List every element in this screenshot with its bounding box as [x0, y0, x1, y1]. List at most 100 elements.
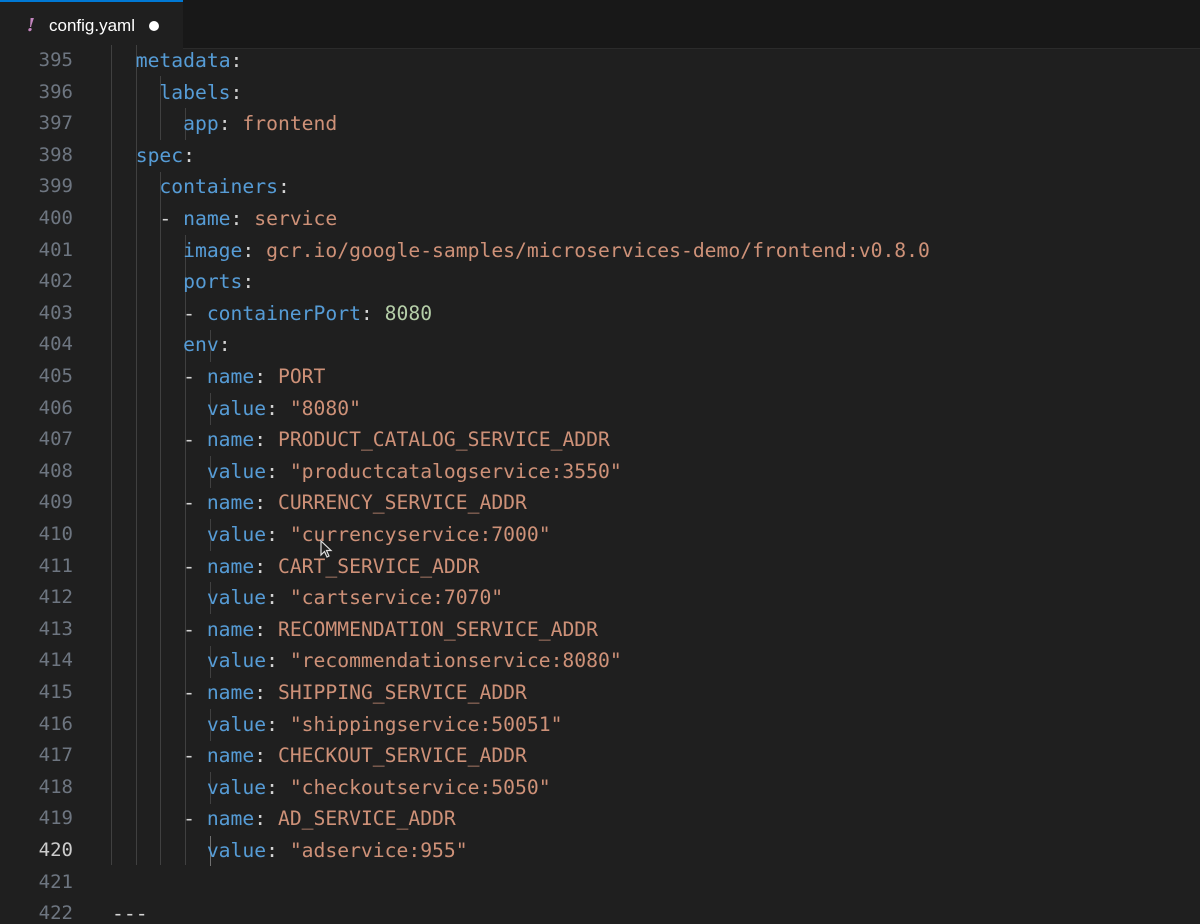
- code-line[interactable]: 422 ---: [0, 898, 1200, 924]
- line-number: 404: [38, 333, 73, 356]
- code-indent: -: [112, 301, 207, 325]
- yaml-value: "checkoutservice:5050": [289, 775, 551, 799]
- code-line[interactable]: 404 env:: [0, 329, 1200, 361]
- tab-config-yaml[interactable]: ! config.yaml: [0, 0, 183, 49]
- code-line[interactable]: 420 value: "adservice:955": [0, 835, 1200, 867]
- code-line[interactable]: 414 value: "recommendationservice:8080": [0, 645, 1200, 677]
- code-line[interactable]: 406 value: "8080": [0, 393, 1200, 425]
- code-text: - name: service: [112, 203, 337, 235]
- code-text: - containerPort: 8080: [112, 298, 432, 330]
- code-line[interactable]: 419 - name: AD_SERVICE_ADDR: [0, 803, 1200, 835]
- line-number: 417: [38, 744, 73, 767]
- yaml-key: value: [206, 523, 267, 546]
- code-line[interactable]: 397 app: frontend: [0, 108, 1200, 140]
- code-text: - name: AD_SERVICE_ADDR: [112, 803, 456, 835]
- code-line[interactable]: 410 value: "currencyservice:7000": [0, 519, 1200, 551]
- yaml-value: "recommendationservice:8080": [289, 649, 622, 673]
- yaml-key: app: [183, 112, 219, 136]
- code-line[interactable]: 399 containers:: [0, 171, 1200, 203]
- yaml-separator: :: [266, 775, 290, 799]
- yaml-value: CHECKOUT_SERVICE_ADDR: [277, 744, 527, 768]
- code-text: - name: PRODUCT_CATALOG_SERVICE_ADDR: [112, 424, 610, 456]
- yaml-value: frontend: [242, 112, 338, 136]
- code-line[interactable]: 417 - name: CHECKOUT_SERVICE_ADDR: [0, 740, 1200, 772]
- yaml-file-icon: !: [27, 15, 35, 36]
- code-text: value: "recommendationservice:8080": [112, 645, 622, 677]
- code-line[interactable]: 400 - name: service: [0, 203, 1200, 235]
- line-number: 396: [38, 80, 73, 103]
- code-indent: -: [112, 554, 207, 578]
- code-line[interactable]: 411 - name: CART_SERVICE_ADDR: [0, 551, 1200, 583]
- code-editor[interactable]: 395 metadata: 396 labels: 397 app: fronten…: [0, 45, 1200, 924]
- yaml-value: "adservice:955": [289, 839, 468, 862]
- yaml-separator: :: [266, 396, 290, 420]
- line-number: 412: [38, 586, 73, 609]
- line-number: 410: [38, 523, 73, 545]
- yaml-key: name: [206, 365, 255, 388]
- yaml-value: RECOMMENDATION_SERVICE_ADDR: [277, 617, 598, 641]
- yaml-separator: :: [218, 333, 231, 357]
- code-line[interactable]: 418 value: "checkoutservice:5050": [0, 772, 1200, 804]
- code-indent: -: [112, 744, 207, 768]
- code-text: - name: RECOMMENDATION_SERVICE_ADDR: [112, 614, 598, 646]
- yaml-value: 8080: [384, 301, 433, 325]
- code-line[interactable]: 412 value: "cartservice:7070": [0, 582, 1200, 614]
- code-indent: -: [112, 491, 207, 515]
- line-number: 418: [38, 775, 73, 798]
- yaml-key: image: [183, 238, 243, 262]
- yaml-value: service: [254, 207, 338, 230]
- code-line[interactable]: 403 - containerPort: 8080: [0, 298, 1200, 330]
- yaml-key: value: [206, 712, 267, 736]
- yaml-separator: :: [230, 80, 243, 104]
- line-number: 403: [38, 301, 73, 324]
- code-text: value: "checkoutservice:5050": [112, 772, 551, 804]
- yaml-key: ports: [183, 270, 243, 294]
- code-line[interactable]: 415 - name: SHIPPING_SERVICE_ADDR: [0, 677, 1200, 709]
- yaml-separator: :: [254, 617, 278, 641]
- yaml-value: "shippingservice:50051": [289, 712, 563, 736]
- code-text: env:: [112, 329, 231, 361]
- yaml-value: gcr.io/google-samples/microservices-demo…: [266, 238, 930, 262]
- code-line[interactable]: 407 - name: PRODUCT_CATALOG_SERVICE_ADDR: [0, 424, 1200, 456]
- line-number: 419: [38, 807, 73, 830]
- yaml-key: name: [206, 744, 255, 768]
- code-line[interactable]: 413 - name: RECOMMENDATION_SERVICE_ADDR: [0, 614, 1200, 646]
- code-text: spec:: [112, 140, 195, 172]
- code-line[interactable]: 416 value: "shippingservice:50051": [0, 709, 1200, 741]
- code-line[interactable]: 408 value: "productcatalogservice:3550": [0, 456, 1200, 488]
- line-number: 395: [38, 49, 73, 71]
- code-text: value: "cartservice:7070": [112, 582, 503, 614]
- yaml-separator: :: [266, 459, 290, 483]
- yaml-separator: :: [218, 112, 243, 136]
- code-line[interactable]: 396 labels:: [0, 77, 1200, 109]
- unsaved-dot-icon[interactable]: [148, 20, 159, 31]
- yaml-separator: :: [254, 744, 278, 768]
- yaml-separator: :: [277, 175, 290, 199]
- code-indent: -: [112, 365, 207, 388]
- yaml-key: containers: [159, 175, 278, 199]
- code-line[interactable]: 402 ports:: [0, 266, 1200, 298]
- code-line[interactable]: 421: [0, 867, 1200, 899]
- code-line[interactable]: 398 spec:: [0, 140, 1200, 172]
- code-line[interactable]: 395 metadata:: [0, 45, 1200, 77]
- code-line[interactable]: 409 - name: CURRENCY_SERVICE_ADDR: [0, 487, 1200, 519]
- mouse-pointer-icon: [320, 540, 333, 558]
- yaml-separator: :: [254, 807, 278, 831]
- code-text: value: "adservice:955": [112, 835, 468, 867]
- code-line[interactable]: 401 image: gcr.io/google-samples/microse…: [0, 235, 1200, 267]
- line-number: 398: [38, 143, 73, 166]
- yaml-separator: :: [230, 49, 243, 72]
- line-number: 422: [38, 902, 73, 924]
- yaml-key: labels: [159, 80, 231, 104]
- code-text: value: "productcatalogservice:3550": [112, 456, 622, 488]
- yaml-key: name: [206, 554, 255, 578]
- yaml-value: CURRENCY_SERVICE_ADDR: [277, 491, 527, 515]
- code-text: labels:: [112, 77, 242, 109]
- code-line[interactable]: 405 - name: PORT: [0, 361, 1200, 393]
